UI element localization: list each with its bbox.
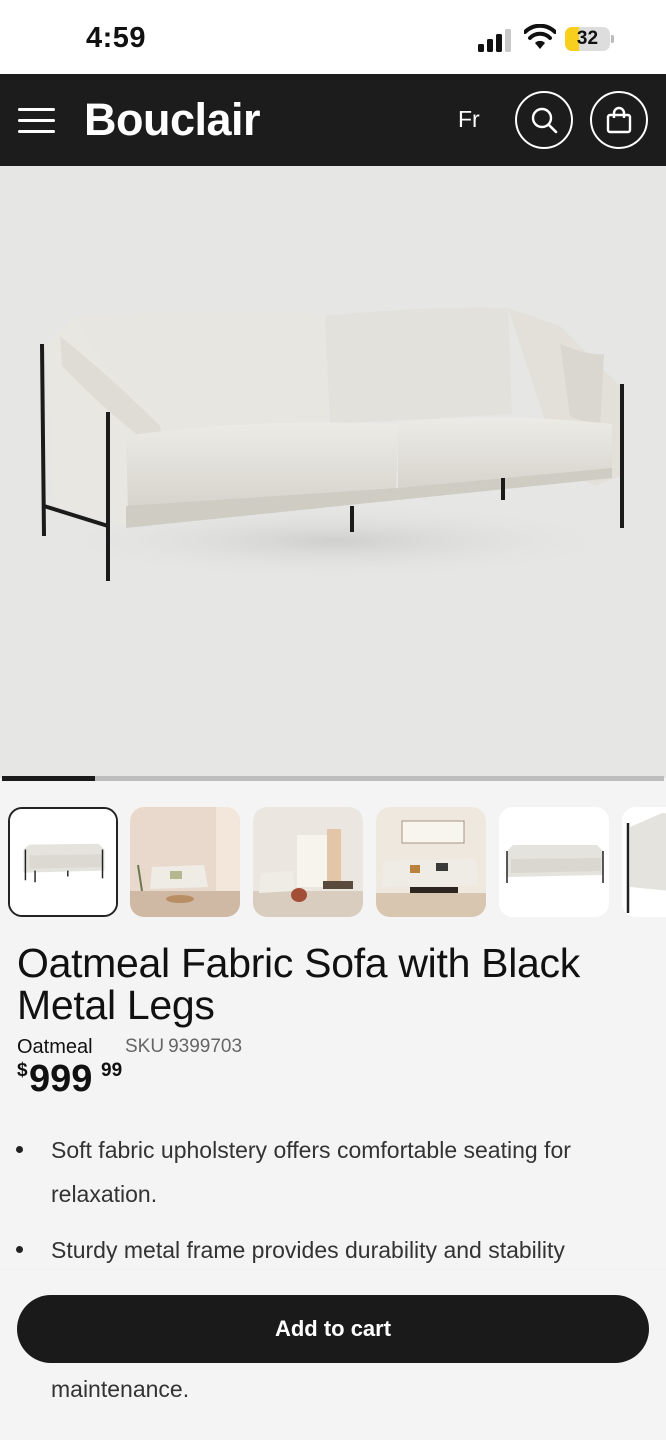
add-to-cart-button[interactable]: Add to cart [17,1295,649,1363]
wifi-icon [524,24,556,49]
bullet-icon [16,1146,23,1153]
site-logo[interactable]: Bouclair [84,94,261,146]
product-title: Oatmeal Fabric Sofa with Black Metal Leg… [17,940,580,1028]
thumbnail-image [253,807,363,917]
thumbnail-living-room-scene-2[interactable] [253,807,363,917]
search-button[interactable] [515,91,573,149]
thumbnail-image [499,807,609,917]
thumbnail-image [130,807,240,917]
thumbnail-sofa-side-view[interactable] [499,807,609,917]
price-cents: 99 [101,1060,123,1081]
sku-label: SKU [125,1036,165,1057]
thumbnail-sofa-front-view[interactable] [8,807,118,917]
signal-icon [478,29,511,52]
price-dollars: 999 [29,1058,93,1100]
sku-number: 9399703 [168,1036,243,1057]
thumbnail-sofa-detail-view[interactable] [622,807,666,917]
product-main-image[interactable] [0,166,666,778]
thumbnail-living-room-scene-1[interactable] [130,807,240,917]
sofa-image [35,307,635,581]
thumbnail-living-room-scene-3[interactable] [376,807,486,917]
hamburger-menu-icon[interactable] [18,108,55,134]
language-toggle-link[interactable]: Fr [458,106,480,133]
shopping-bag-icon [606,106,632,134]
thumbnail-image [622,807,666,917]
feature-text: Soft fabric upholstery offers comfortabl… [51,1137,571,1207]
bullet-icon [16,1246,23,1253]
sticky-add-to-cart-bar: Add to cart [0,1270,666,1388]
carousel-progress-indicator [2,776,95,781]
thumbnail-image [10,809,116,915]
thumbnail-image [376,807,486,917]
price-currency-symbol: $ [17,1060,28,1081]
product-sku: SKU 9399703 [125,1036,242,1058]
thumbnail-strip[interactable] [0,806,666,918]
partial-feature-text: maintenance. [51,1376,190,1402]
battery-icon: 32 [565,27,615,51]
carousel-progress-bar [2,776,664,781]
status-bar: 4:59 32 [0,0,666,74]
feature-text: Sturdy metal frame provides durability a… [51,1237,565,1263]
battery-level-text: 32 [576,28,599,49]
search-icon [531,107,558,134]
status-time: 4:59 [86,22,147,54]
product-variant: Oatmeal [17,1036,93,1058]
cart-button[interactable] [590,91,648,149]
site-header: Bouclair Fr [0,74,666,166]
